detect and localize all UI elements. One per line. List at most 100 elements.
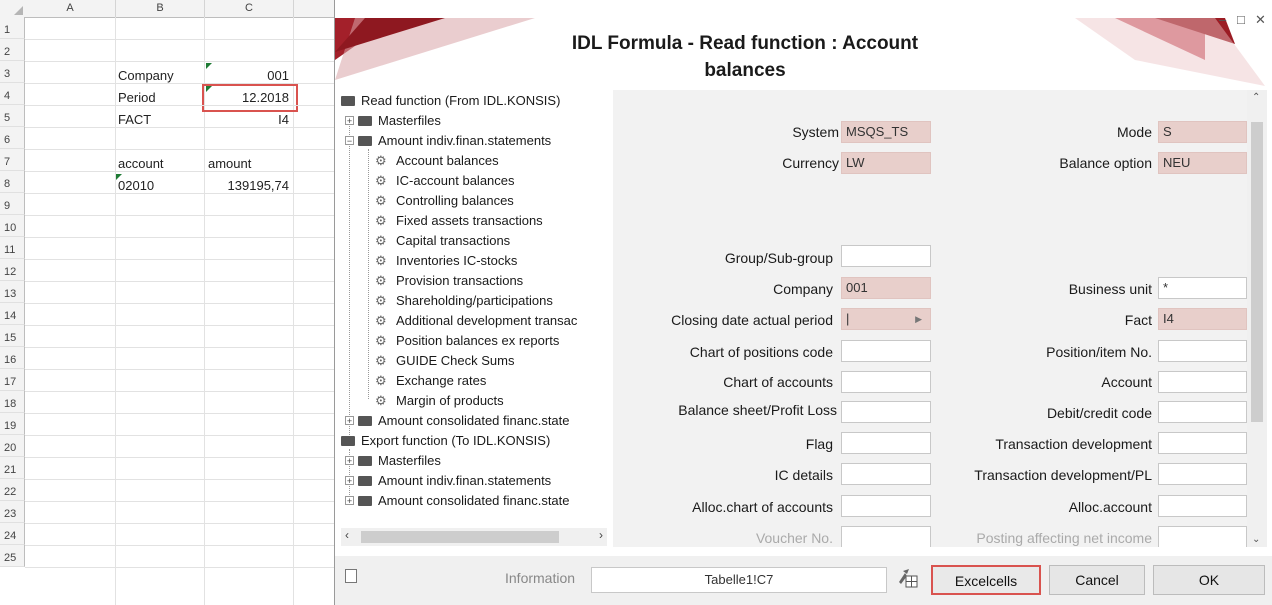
row-header[interactable]: 12 (0, 259, 25, 281)
tree-item-function[interactable]: ⚙ Account balances (375, 151, 499, 171)
ic-details-field[interactable] (841, 463, 931, 485)
row-header[interactable]: 23 (0, 501, 25, 523)
fact-field[interactable]: I4 (1158, 308, 1247, 330)
row-header[interactable]: 8 (0, 171, 25, 193)
tree-item-amount-consolidated[interactable]: + Amount consolidated financ.state (345, 411, 570, 431)
scroll-left-icon[interactable]: ‹ (345, 528, 349, 542)
tree-item-function[interactable]: ⚙ Exchange rates (375, 371, 486, 391)
row-header[interactable]: 24 (0, 523, 25, 545)
balance-sheet-field[interactable] (841, 401, 931, 423)
chart-accounts-field[interactable] (841, 371, 931, 393)
transaction-dev-pl-field[interactable] (1158, 463, 1247, 485)
tree-item-function[interactable]: ⚙ Fixed assets transactions (375, 211, 543, 231)
transaction-dev-field[interactable] (1158, 432, 1247, 454)
column-header-a[interactable]: A (25, 0, 116, 18)
close-icon[interactable]: ✕ (1255, 12, 1266, 28)
tree-item-function[interactable]: ⚙ Inventories IC-stocks (375, 251, 517, 271)
row-header[interactable]: 25 (0, 545, 25, 567)
row-header[interactable]: 4 (0, 83, 25, 105)
tree-item-function[interactable]: ⚙ Shareholding/participations (375, 291, 553, 311)
tree-root-export[interactable]: Export function (To IDL.KONSIS) (341, 431, 550, 451)
group-field[interactable] (841, 245, 931, 267)
column-header-c[interactable]: C (205, 0, 294, 18)
expand-icon[interactable]: + (345, 416, 354, 426)
row-header[interactable]: 18 (0, 391, 25, 413)
grid-line (25, 567, 340, 568)
tree-item-export-masterfiles[interactable]: + Masterfiles (345, 451, 441, 471)
maximize-icon[interactable]: □ (1237, 12, 1245, 27)
currency-field[interactable]: LW (841, 152, 931, 174)
scrollbar-thumb[interactable] (1251, 122, 1263, 422)
row-header[interactable]: 17 (0, 369, 25, 391)
function-tree[interactable]: Read function (From IDL.KONSIS) + Masterf… (341, 91, 607, 525)
mode-field[interactable]: S (1158, 121, 1247, 143)
row-header[interactable]: 1 (0, 17, 25, 39)
row-header[interactable]: 21 (0, 457, 25, 479)
row-header[interactable]: 20 (0, 435, 25, 457)
collapse-icon[interactable]: − (345, 136, 354, 146)
tree-item-function[interactable]: ⚙ Capital transactions (375, 231, 510, 251)
position-item-field[interactable] (1158, 340, 1247, 362)
posting-field[interactable] (1158, 526, 1247, 547)
alloc-chart-field[interactable] (841, 495, 931, 517)
cancel-button[interactable]: Cancel (1049, 565, 1145, 595)
select-all-corner[interactable] (0, 0, 26, 18)
information-field[interactable]: Tabelle1!C7 (591, 567, 887, 593)
row-header[interactable]: 16 (0, 347, 25, 369)
tree-item-function[interactable]: ⚙ Position balances ex reports (375, 331, 559, 351)
tree-item-function[interactable]: ⚙ Provision transactions (375, 271, 523, 291)
tree-item-function[interactable]: ⚙ Controlling balances (375, 191, 514, 211)
chart-positions-field[interactable] (841, 340, 931, 362)
tree-item-function[interactable]: ⚙ Additional development transac (375, 311, 577, 331)
ok-button[interactable]: OK (1153, 565, 1265, 595)
expand-icon[interactable]: + (345, 496, 354, 506)
row-header[interactable]: 10 (0, 215, 25, 237)
row-header[interactable]: 2 (0, 39, 25, 61)
row-header[interactable]: 19 (0, 413, 25, 435)
debit-credit-field[interactable] (1158, 401, 1247, 423)
tree-item-function[interactable]: ⚙ GUIDE Check Sums (375, 351, 514, 371)
panel-toggle-icon[interactable] (345, 569, 357, 583)
dropdown-arrow-icon[interactable]: ▶ (915, 309, 922, 329)
closing-date-field[interactable]: | ▶ (841, 308, 931, 330)
scroll-down-icon[interactable]: ⌄ (1252, 534, 1260, 545)
minimize-icon[interactable]: – (1219, 12, 1226, 27)
expand-icon[interactable]: + (345, 456, 354, 466)
tree-item-amount-indiv[interactable]: − Amount indiv.finan.statements (345, 131, 551, 151)
row-header[interactable]: 15 (0, 325, 25, 347)
tree-item-export-amount-consolidated[interactable]: + Amount consolidated financ.state (345, 491, 570, 511)
excel-grid-icon[interactable] (897, 568, 919, 590)
scroll-right-icon[interactable]: › (599, 528, 603, 542)
system-field[interactable]: MSQS_TS (841, 121, 931, 143)
tree-root-read[interactable]: Read function (From IDL.KONSIS) (341, 91, 560, 111)
tree-item-export-amount-indiv[interactable]: + Amount indiv.finan.statements (345, 471, 551, 491)
row-header[interactable]: 11 (0, 237, 25, 259)
voucher-field[interactable] (841, 526, 931, 547)
row-header[interactable]: 14 (0, 303, 25, 325)
flag-field[interactable] (841, 432, 931, 454)
expand-icon[interactable]: + (345, 476, 354, 486)
alloc-account-field[interactable] (1158, 495, 1247, 517)
company-field[interactable]: 001 (841, 277, 931, 299)
row-header[interactable]: 3 (0, 61, 25, 83)
tree-item-function[interactable]: ⚙ IC-account balances (375, 171, 515, 191)
form-vertical-scrollbar[interactable]: ⌃ ⌄ (1247, 90, 1267, 547)
row-header[interactable]: 7 (0, 149, 25, 171)
column-header-b[interactable]: B (116, 0, 205, 18)
expand-icon[interactable]: + (345, 116, 354, 126)
row-header[interactable]: 9 (0, 193, 25, 215)
row-header[interactable]: 22 (0, 479, 25, 501)
business-unit-field[interactable]: * (1158, 277, 1247, 299)
scrollbar-thumb[interactable] (361, 531, 559, 543)
tree-horizontal-scrollbar[interactable]: ‹ › (341, 528, 607, 546)
excelcells-button[interactable]: Excelcells (931, 565, 1041, 595)
balance-option-field[interactable]: NEU (1158, 152, 1247, 174)
tree-item-masterfiles[interactable]: + Masterfiles (345, 111, 441, 131)
row-header[interactable]: 5 (0, 105, 25, 127)
account-field[interactable] (1158, 371, 1247, 393)
tree-item-function[interactable]: ⚙ Margin of products (375, 391, 504, 411)
scroll-up-icon[interactable]: ⌃ (1252, 92, 1260, 103)
row-header[interactable]: 13 (0, 281, 25, 303)
row-header[interactable]: 6 (0, 127, 25, 149)
tree-label: Export function (To IDL.KONSIS) (361, 433, 551, 448)
